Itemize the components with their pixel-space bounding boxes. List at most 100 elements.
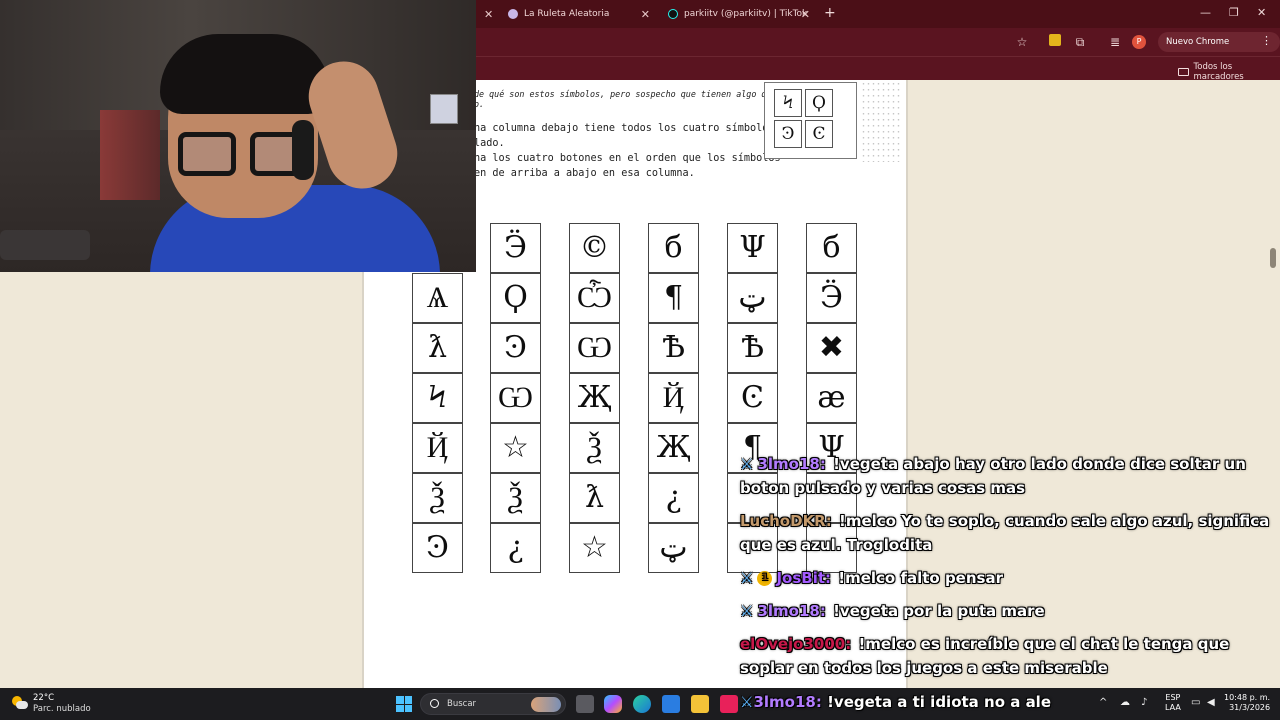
clock-date: 31/3/2026 xyxy=(1229,703,1271,712)
search-label: Buscar xyxy=(447,699,477,709)
menu-icon[interactable]: ⋮ xyxy=(1261,34,1272,47)
task-view-icon[interactable] xyxy=(576,695,594,713)
hanging-clothes xyxy=(100,110,160,200)
tab-close-icon[interactable]: ✕ xyxy=(484,8,493,21)
chat-message: ⚔3lmo18: !vegeta a ti idiota no a ale xyxy=(740,693,1260,711)
edge-icon[interactable] xyxy=(633,695,651,713)
sword-badge-icon: ⚔ xyxy=(740,569,754,587)
new-tab-button[interactable]: + xyxy=(824,5,836,21)
minimize-button[interactable]: — xyxy=(1200,6,1211,19)
lens-left xyxy=(178,132,236,176)
microphone-icon[interactable]: ♪ xyxy=(1141,697,1147,708)
chat-message: ⚔ 3lmo18: !vegeta abajo hay otro lado don… xyxy=(740,452,1270,500)
symbol-cell: Ѽ xyxy=(569,273,620,323)
temperature: 22°C xyxy=(33,693,55,703)
sword-badge-icon: ⚔ xyxy=(740,693,754,711)
start-button[interactable] xyxy=(396,696,412,712)
language-indicator[interactable]: ESP LAA xyxy=(1165,693,1181,713)
tiktok-icon xyxy=(668,9,678,19)
symbol-cell: ¶ xyxy=(648,273,699,323)
windows-logo-pane xyxy=(404,704,412,712)
symbol-cell: Ѯ xyxy=(569,423,620,473)
page-scrollbar[interactable] xyxy=(1270,248,1276,268)
language-code: ESP xyxy=(1165,693,1181,702)
manual-text-line: na los cuatro botones en el orden que lo… xyxy=(474,153,781,164)
reading-list-icon[interactable]: ≣ xyxy=(1107,34,1123,50)
symbol-cell: Ӭ xyxy=(806,273,857,323)
keyboard-layout: LAA xyxy=(1165,703,1181,712)
window-close-button[interactable]: ✕ xyxy=(1257,6,1266,19)
extension-icon[interactable] xyxy=(1047,34,1063,50)
tab-tiktok[interactable]: parkiitv (@parkiitv) | TikTok ✕ xyxy=(660,3,818,25)
tab-label: parkiitv (@parkiitv) | TikTok xyxy=(684,9,808,19)
wall-poster xyxy=(430,94,458,124)
file-explorer-icon[interactable] xyxy=(691,695,709,713)
symbol-cell: Ͼ xyxy=(727,373,778,423)
close-icon[interactable]: ✕ xyxy=(801,8,810,21)
symbol-cell: æ xyxy=(806,373,857,423)
symbol-cell: ☆ xyxy=(569,523,620,573)
weather-description: Parc. nublado xyxy=(33,704,91,714)
bookmark-star-icon[interactable]: ☆ xyxy=(1014,34,1030,50)
symbol-cell: Ѯ xyxy=(490,473,541,523)
windows-logo-pane xyxy=(396,696,404,704)
microphone xyxy=(0,230,90,260)
monitor-icon[interactable]: ▭ xyxy=(1191,697,1200,708)
manual-text-line: de qué son estos símbolos, pero sospecho… xyxy=(474,89,797,99)
symbol-cell: Ѣ xyxy=(648,323,699,373)
profile-avatar[interactable]: P xyxy=(1132,35,1146,49)
sword-badge-icon: ⚔ xyxy=(740,455,754,473)
streamer-hair xyxy=(160,34,330,114)
chat-username: 3lmo18: xyxy=(753,693,822,711)
symbol-cell: ƛ xyxy=(412,323,463,373)
store-icon[interactable] xyxy=(662,695,680,713)
chat-username: elOvejo3000: xyxy=(740,635,852,653)
taskbar-search[interactable]: Buscar xyxy=(420,693,566,715)
tab-label: La Ruleta Aleatoria xyxy=(524,9,610,19)
chat-username: 3lmo18: xyxy=(757,602,826,620)
volume-icon[interactable]: ◀ xyxy=(1207,697,1215,708)
ink-speckle-decoration xyxy=(862,82,900,162)
restore-button[interactable]: ❐ xyxy=(1229,6,1239,19)
headset xyxy=(292,120,314,180)
symbol-cell: Ϟ xyxy=(412,373,463,423)
chat-text: !vegeta a ti idiota no a ale xyxy=(827,693,1052,711)
symbol-cell: ټ xyxy=(727,273,778,323)
symbol-cell: Ѣ xyxy=(727,323,778,373)
tray-network-icon[interactable]: ☁ xyxy=(1120,697,1130,708)
chat-username: LuchoDKR: xyxy=(740,512,832,530)
close-icon[interactable]: ✕ xyxy=(641,8,650,21)
search-highlight-image xyxy=(531,697,561,712)
symbol-cell: б xyxy=(806,223,857,273)
chat-message: ⚔ 3lmo18: !vegeta por la puta mare xyxy=(740,599,1270,623)
symbol-cell: Ҋ xyxy=(648,373,699,423)
manual-text-line: na columna debajo tiene todos los cuatro… xyxy=(474,123,775,134)
puzzle-icon[interactable]: ⧉ xyxy=(1072,34,1088,50)
tray-chevron-icon[interactable]: ^ xyxy=(1099,697,1107,708)
all-bookmarks-button[interactable]: Todos los marcadores xyxy=(1178,62,1280,82)
windows-taskbar: 22°C Parc. nublado Buscar ⚔3lmo18: !vege… xyxy=(0,688,1280,720)
sample-symbol: Ͼ xyxy=(805,120,833,148)
symbol-cell: Җ xyxy=(648,423,699,473)
chat-message: LuchoDKR: !melco Yo te soplo, cuando sal… xyxy=(740,509,1270,557)
symbol-cell: Ͽ xyxy=(412,523,463,573)
symbol-cell: ƛ xyxy=(569,473,620,523)
tiktok-app-icon[interactable] xyxy=(720,695,738,713)
coin-badge-icon: 1 xyxy=(757,571,773,586)
search-icon xyxy=(430,699,439,708)
sample-symbol: Ͽ xyxy=(774,120,802,148)
manual-text-line: lado. xyxy=(474,138,505,149)
system-clock[interactable]: 10:48 p. m. 31/3/2026 xyxy=(1224,693,1270,713)
copilot-icon[interactable] xyxy=(604,695,622,713)
windows-logo-pane xyxy=(396,704,404,712)
manual-text-line: en de arriba a abajo en esa columna. xyxy=(474,168,695,179)
chat-username: 3lmo18: xyxy=(757,455,826,473)
tab-ruleta[interactable]: La Ruleta Aleatoria ✕ xyxy=(500,3,658,25)
partly-cloudy-icon[interactable] xyxy=(12,696,28,710)
sword-badge-icon: ⚔ xyxy=(740,602,754,620)
symbol-cell: Ѡ xyxy=(569,323,620,373)
chat-username: JosBit: xyxy=(776,569,832,587)
symbol-cell: Ӭ xyxy=(490,223,541,273)
symbol-cell: ✖ xyxy=(806,323,857,373)
symbol-cell: ¿ xyxy=(490,523,541,573)
